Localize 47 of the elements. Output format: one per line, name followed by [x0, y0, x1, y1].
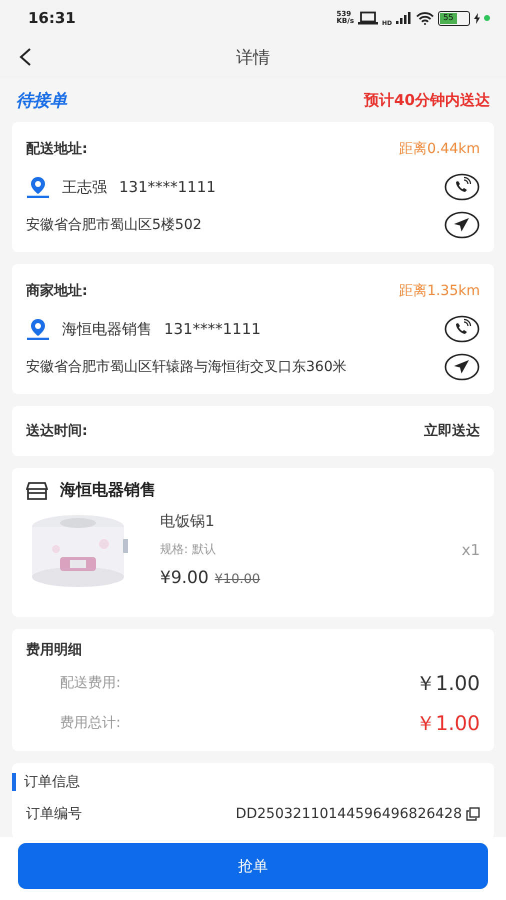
- product-quantity: x1: [462, 541, 480, 559]
- fee-label: 配送费用:: [60, 674, 121, 692]
- original-price: ¥10.00: [214, 572, 260, 587]
- contact-phone: 131****1111: [164, 320, 261, 338]
- phone-button[interactable]: [444, 315, 480, 343]
- fee-amount: ￥1.00: [415, 670, 480, 696]
- charging-icon: [474, 12, 480, 24]
- distance-text: 距离1.35km: [399, 282, 480, 300]
- navigation-button[interactable]: [444, 353, 480, 381]
- product-spec: 规格: 默认: [160, 541, 217, 558]
- laptop-icon: [358, 11, 378, 25]
- wifi-icon: [416, 12, 434, 24]
- delivery-time-value: 立即送达: [424, 422, 480, 440]
- location-pin-icon: [26, 318, 50, 340]
- order-info-title: 订单信息: [24, 773, 80, 791]
- address-title: 商家地址:: [26, 282, 88, 300]
- status-time: 16:31: [28, 9, 76, 27]
- delivery-time-label: 送达时间:: [26, 422, 88, 440]
- address-text: 安徽省合肥市蜀山区轩辕路与海恒街交叉口东360米: [26, 358, 347, 376]
- contact-phone: 131****1111: [119, 178, 216, 196]
- order-number-label: 订单编号: [26, 805, 82, 823]
- fee-label: 费用总计:: [60, 714, 121, 732]
- product-name: 电饭锅1: [160, 512, 216, 531]
- distance-text: 距离0.44km: [399, 140, 480, 158]
- signal-icon: [396, 12, 412, 24]
- store-icon: [26, 480, 48, 500]
- order-status: 待接单: [16, 90, 67, 112]
- shop-name: 海恒电器销售: [60, 480, 156, 501]
- address-title: 配送地址:: [26, 140, 88, 158]
- contact-name: 海恒电器销售: [62, 320, 152, 338]
- back-button[interactable]: [18, 47, 32, 67]
- contact-name: 王志强: [62, 178, 107, 196]
- navigation-button[interactable]: [444, 211, 480, 239]
- product-price: ¥9.00: [160, 568, 209, 588]
- page-title: 详情: [236, 46, 270, 68]
- delivery-estimate: 预计40分钟内送达: [364, 90, 490, 110]
- grab-order-button[interactable]: 抢单: [18, 843, 488, 889]
- copy-icon[interactable]: [466, 807, 480, 821]
- indicator-dot: [484, 15, 490, 21]
- phone-button[interactable]: [444, 173, 480, 201]
- order-number: DD25032110144596496826428: [236, 806, 462, 822]
- section-marker: [12, 773, 16, 791]
- address-text: 安徽省合肥市蜀山区5楼502: [26, 216, 202, 234]
- fee-title: 费用明细: [26, 641, 83, 659]
- battery-icon: 55: [438, 10, 470, 26]
- fee-amount: ￥1.00: [415, 710, 480, 736]
- location-pin-icon: [26, 176, 50, 198]
